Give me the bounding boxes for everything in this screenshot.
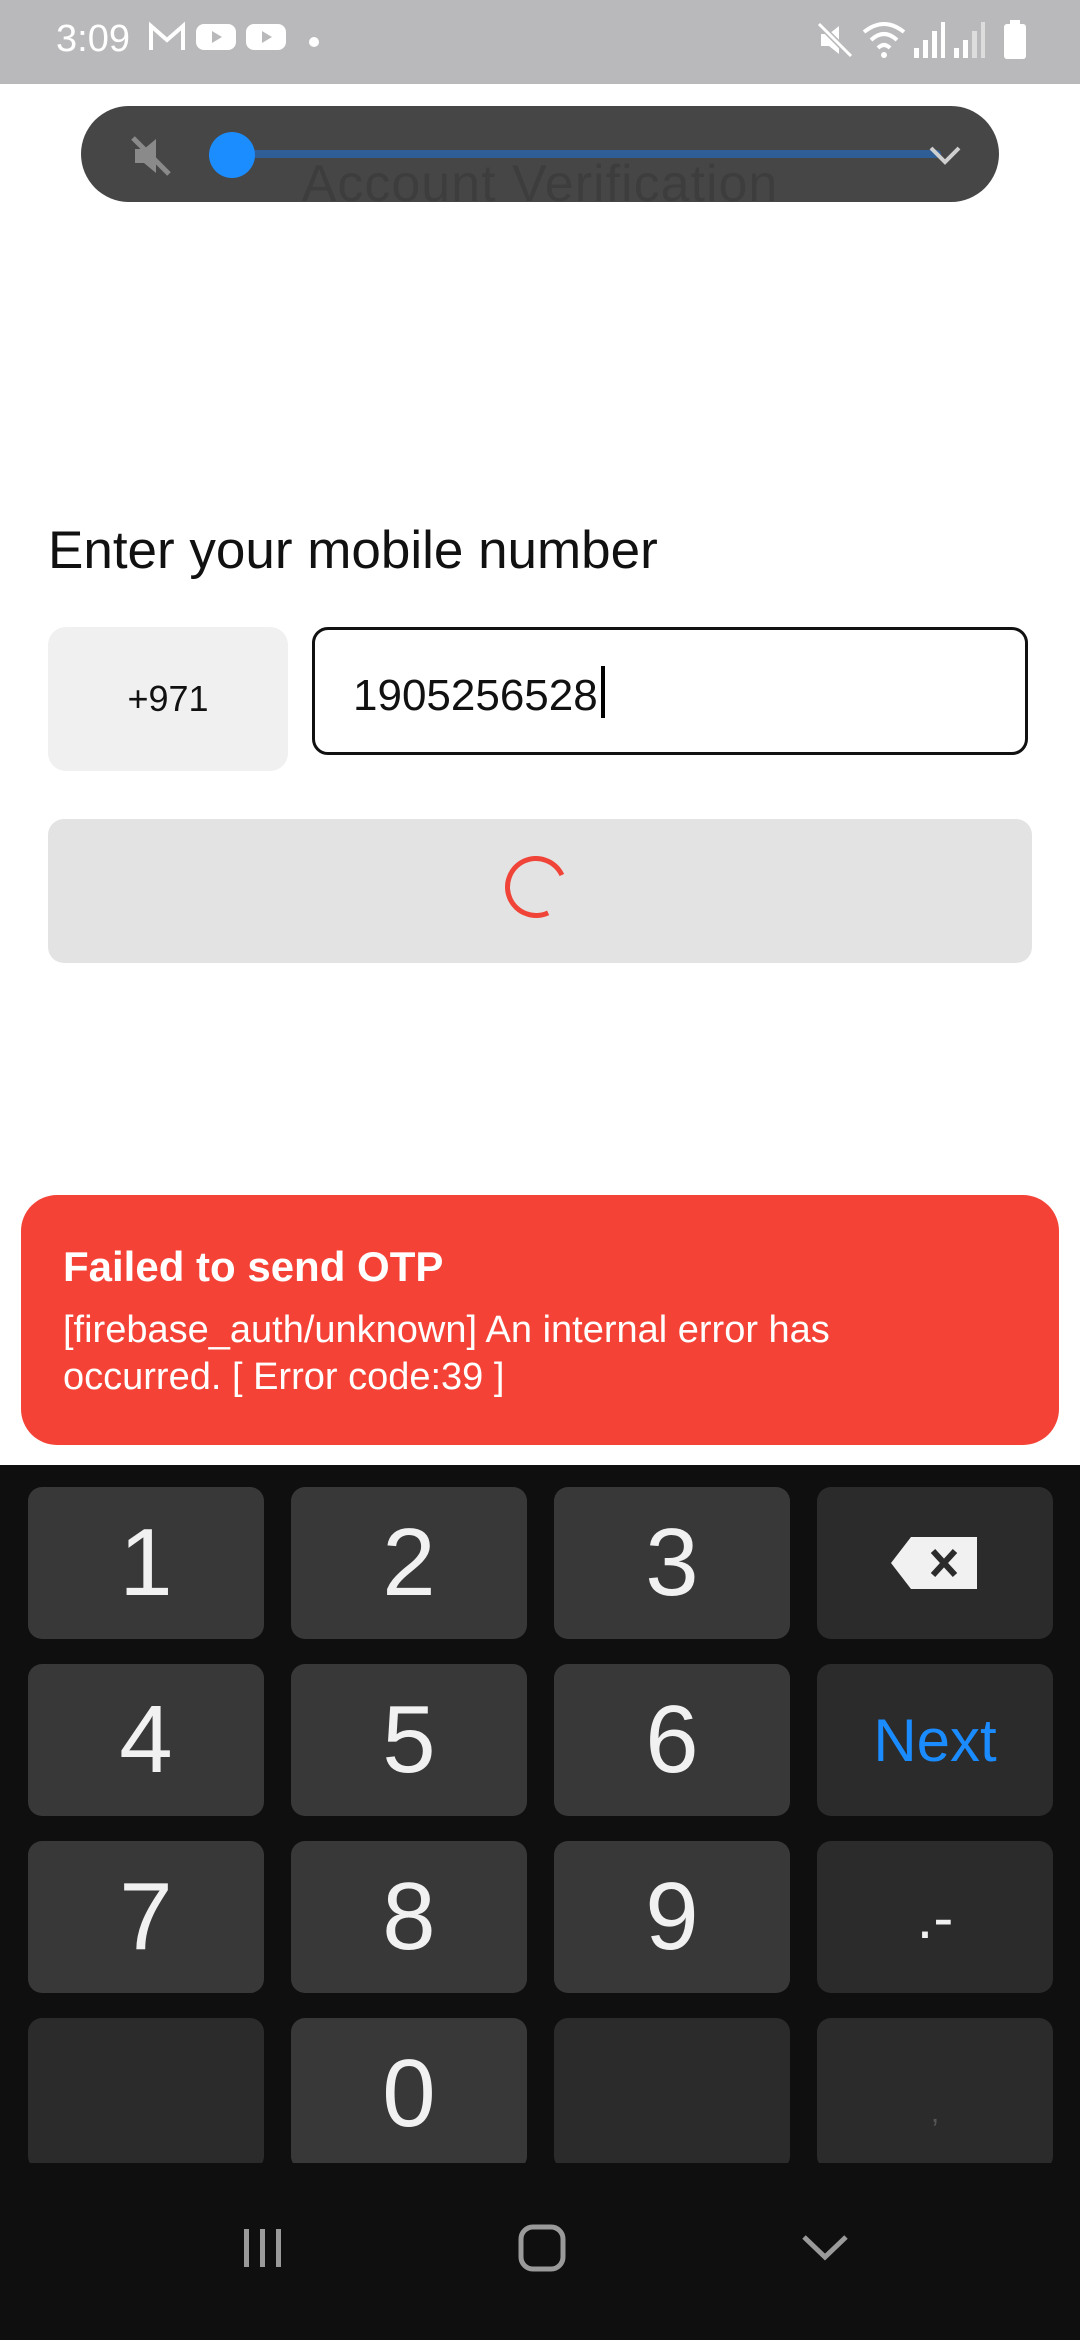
error-snackbar: Failed to send OTP [firebase_auth/unknow… <box>21 1195 1059 1445</box>
wifi-icon <box>862 22 906 58</box>
phone-number-value: 1905256528 <box>353 666 605 721</box>
key-7[interactable]: 7 <box>28 1841 264 1993</box>
numeric-keyboard: 1 2 3 4 5 6 Next 7 8 9 .- 0 , <box>0 1465 1080 2170</box>
navigation-bar <box>0 2163 1080 2340</box>
gmail-icon <box>149 21 185 50</box>
chevron-down-icon[interactable] <box>925 138 965 170</box>
volume-panel[interactable] <box>81 106 999 202</box>
next-key[interactable]: Next <box>817 1664 1053 1816</box>
backspace-key[interactable] <box>817 1487 1053 1639</box>
snackbar-title: Failed to send OTP <box>63 1243 444 1290</box>
recents-icon[interactable] <box>238 2223 288 2273</box>
dot-icon <box>309 37 319 47</box>
youtube-icon <box>196 24 236 50</box>
key-5[interactable]: 5 <box>291 1664 527 1816</box>
key-3[interactable]: 3 <box>554 1487 790 1639</box>
key-6[interactable]: 6 <box>554 1664 790 1816</box>
key-4[interactable]: 4 <box>28 1664 264 1816</box>
volume-slider-track[interactable] <box>231 150 941 158</box>
youtube-icon <box>246 24 286 50</box>
speaker-muted-icon[interactable] <box>127 132 175 180</box>
dot-dash-key[interactable]: .- <box>817 1841 1053 1993</box>
mute-icon <box>816 21 854 59</box>
snackbar-message: [firebase_auth/unknown] An internal erro… <box>63 1309 830 1398</box>
back-chevron-icon[interactable] <box>800 2223 850 2273</box>
key-1[interactable]: 1 <box>28 1487 264 1639</box>
key-0[interactable]: 0 <box>291 2018 527 2170</box>
battery-icon <box>1004 20 1026 59</box>
comma-key[interactable]: , <box>817 2018 1053 2170</box>
country-code-selector[interactable]: +971 <box>48 627 288 771</box>
key-8[interactable]: 8 <box>291 1841 527 1993</box>
signal-icon <box>914 22 945 58</box>
text-caret <box>600 666 605 718</box>
key-9[interactable]: 9 <box>554 1841 790 1993</box>
signal-icon <box>954 22 985 58</box>
send-otp-button[interactable] <box>48 819 1032 963</box>
status-bar: 3:09 <box>0 0 1080 84</box>
phone-number-input[interactable]: 1905256528 <box>312 627 1028 755</box>
blank-key-right[interactable] <box>554 2018 790 2170</box>
blank-key-left[interactable] <box>28 2018 264 2170</box>
backspace-icon <box>891 1537 977 1589</box>
volume-slider-thumb[interactable] <box>209 132 255 178</box>
home-icon[interactable] <box>517 2223 567 2273</box>
key-2[interactable]: 2 <box>291 1487 527 1639</box>
status-time: 3:09 <box>56 18 130 60</box>
loading-spinner-icon <box>496 847 576 927</box>
mobile-number-heading: Enter your mobile number <box>48 521 658 580</box>
